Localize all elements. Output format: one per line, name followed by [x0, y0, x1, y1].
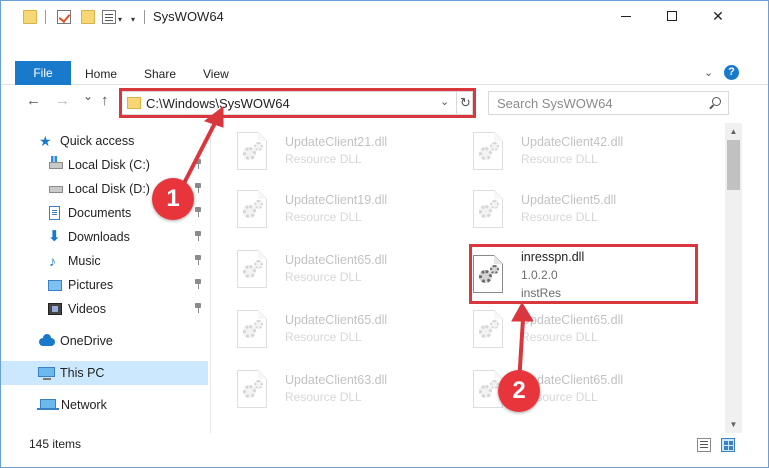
annotation-arrows	[177, 105, 534, 385]
step-marker-2: 2	[498, 370, 540, 412]
arrow-2-head	[511, 302, 534, 322]
explorer-window: ▾ ▾ SysWOW64 ✕ File Home Share View ⌄ ? …	[0, 0, 769, 468]
arrow-1-head	[203, 105, 224, 128]
step-marker-1: 1	[152, 178, 194, 220]
